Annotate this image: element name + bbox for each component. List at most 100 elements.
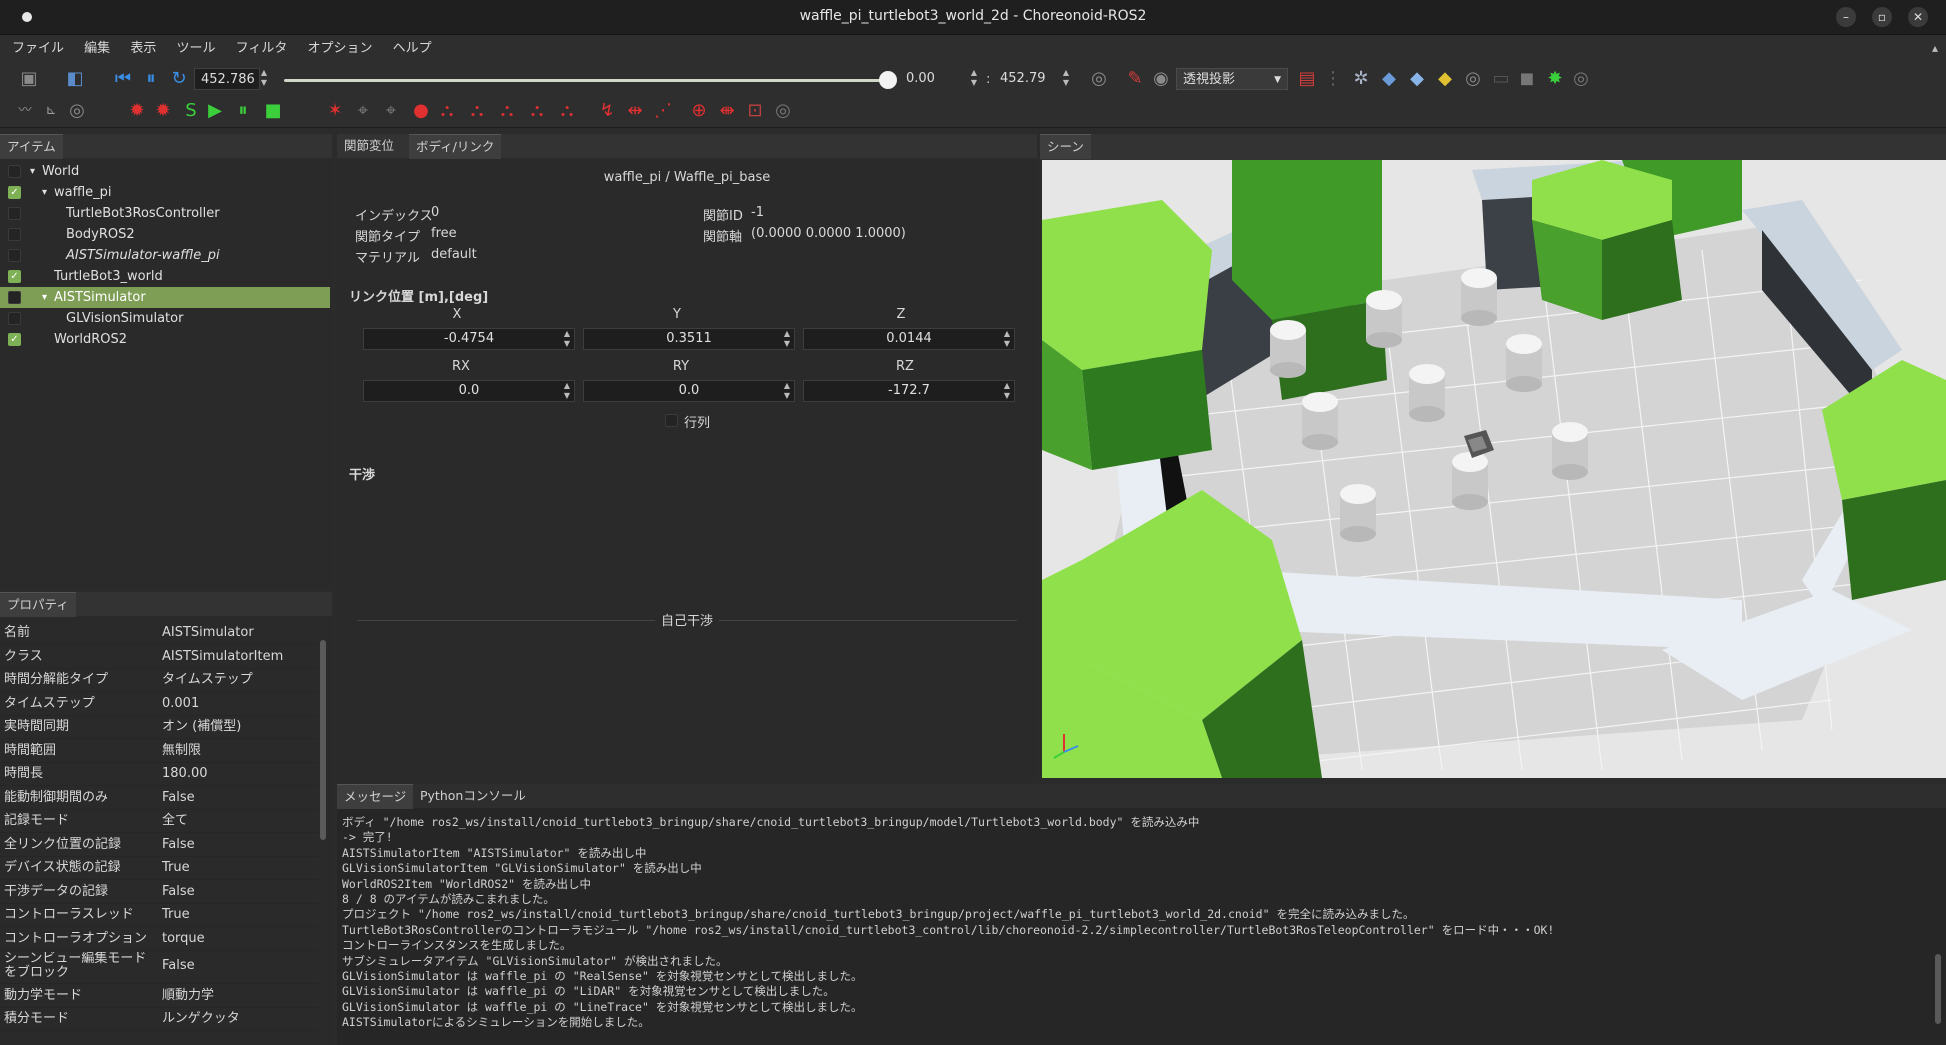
- range-end-field[interactable]: 452.79: [994, 68, 1064, 90]
- property-row[interactable]: 全リンク位置の記録 False: [0, 833, 318, 857]
- body-mirror-icon[interactable]: ⛬: [526, 100, 548, 122]
- property-row[interactable]: コントローラオプション torque: [0, 927, 318, 951]
- property-value[interactable]: AISTSimulator: [162, 621, 254, 644]
- grid-icon[interactable]: ⋮: [1322, 68, 1344, 90]
- item-checkbox[interactable]: ✓: [8, 270, 21, 283]
- property-row[interactable]: 積分モード ルンゲクッタ: [0, 1007, 318, 1031]
- menu-options[interactable]: オプション: [300, 35, 381, 63]
- camera-icon[interactable]: ◉: [1150, 68, 1172, 90]
- body-align-icon[interactable]: ⛬: [466, 100, 488, 122]
- property-value[interactable]: False: [162, 959, 195, 973]
- property-value[interactable]: False: [162, 880, 195, 903]
- graph-icon[interactable]: 〰: [14, 100, 36, 122]
- settings-icon[interactable]: ◎: [772, 100, 794, 122]
- properties-scrollbar[interactable]: [320, 640, 326, 840]
- record-icon[interactable]: ●: [410, 100, 432, 122]
- item-checkbox[interactable]: [8, 207, 21, 220]
- tab-python-console[interactable]: Pythonコンソール: [413, 784, 533, 808]
- tree-item[interactable]: ▾ AISTSimulator: [0, 287, 330, 308]
- time-field[interactable]: 452.786: [194, 68, 260, 90]
- tree-item[interactable]: GLVisionSimulator: [0, 308, 330, 329]
- cube-solid-icon[interactable]: ◆: [1406, 68, 1428, 90]
- zmp-icon[interactable]: ⋰: [652, 100, 674, 122]
- rz-field[interactable]: -172.7 ▲ ▼: [803, 380, 1015, 402]
- property-row[interactable]: コントローラスレッド True: [0, 903, 318, 927]
- save-as-icon[interactable]: ◧: [64, 68, 86, 90]
- property-value[interactable]: 0.001: [162, 692, 199, 715]
- minimize-button[interactable]: –: [1836, 7, 1856, 27]
- pin-icon[interactable]: ⌖: [352, 100, 374, 122]
- box-icon[interactable]: ◼: [1516, 68, 1538, 90]
- item-checkbox[interactable]: [8, 312, 21, 325]
- tree-item[interactable]: TurtleBot3RosController: [0, 203, 330, 224]
- target-icon[interactable]: ◎: [1570, 68, 1592, 90]
- property-row[interactable]: 動力学モード 順動力学: [0, 984, 318, 1008]
- tab-scene[interactable]: シーン: [1040, 134, 1091, 159]
- property-value[interactable]: タイムステップ: [162, 668, 253, 691]
- refresh-icon[interactable]: ↻: [168, 68, 190, 90]
- property-value[interactable]: 全て: [162, 809, 188, 832]
- maximize-button[interactable]: ▫: [1872, 7, 1892, 27]
- property-value[interactable]: False: [162, 786, 195, 809]
- pick-icon[interactable]: ✎: [1124, 68, 1146, 90]
- render-icon[interactable]: ▤: [1296, 68, 1318, 90]
- property-row[interactable]: 時間範囲 無制限: [0, 739, 318, 763]
- x-field[interactable]: -0.4754 ▲ ▼: [363, 328, 575, 350]
- menu-filter[interactable]: フィルタ: [228, 35, 296, 63]
- rx-stepper[interactable]: ▲ ▼: [564, 381, 570, 401]
- menu-file[interactable]: ファイル: [4, 35, 72, 63]
- property-row[interactable]: 干渉データの記録 False: [0, 880, 318, 904]
- fit-view-icon[interactable]: ◎: [1088, 68, 1110, 90]
- rz-stepper[interactable]: ▲ ▼: [1004, 381, 1010, 401]
- plot-icon[interactable]: ⊾: [40, 100, 62, 122]
- light-icon[interactable]: ✸: [1544, 68, 1566, 90]
- property-row[interactable]: クラス AISTSimulatorItem: [0, 645, 318, 669]
- property-row[interactable]: 時間長 180.00: [0, 762, 318, 786]
- tab-joint-displacement[interactable]: 関節変位: [337, 134, 401, 158]
- z-field[interactable]: 0.0144 ▲ ▼: [803, 328, 1015, 350]
- property-row[interactable]: 実時間同期 オン (補償型): [0, 715, 318, 739]
- sim-pause-icon[interactable]: ⏸: [232, 100, 254, 122]
- tree-item[interactable]: BodyROS2: [0, 224, 330, 245]
- menu-help[interactable]: ヘルプ: [385, 35, 440, 63]
- scene-viewport[interactable]: [1042, 160, 1946, 778]
- property-row[interactable]: 名前 AISTSimulator: [0, 621, 318, 645]
- sim-stop-icon[interactable]: ■: [262, 100, 284, 122]
- sim-restart-icon[interactable]: ✹: [152, 100, 174, 122]
- ik-icon[interactable]: ↯: [596, 100, 618, 122]
- play-from-start-icon[interactable]: ⏮: [112, 68, 134, 90]
- tree-item[interactable]: AISTSimulator-waffle_pi: [0, 245, 330, 266]
- pause-icon[interactable]: ⏸: [140, 68, 162, 90]
- ry-field[interactable]: 0.0 ▲ ▼: [583, 380, 795, 402]
- tab-items[interactable]: アイテム: [0, 134, 63, 159]
- range-start-stepper[interactable]: ▲ ▼: [968, 68, 980, 90]
- y-stepper[interactable]: ▲ ▼: [784, 329, 790, 349]
- expand-arrow-icon[interactable]: ▾: [42, 287, 47, 308]
- expand-arrow-icon[interactable]: ▾: [42, 182, 47, 203]
- cube-icon[interactable]: ◆: [1378, 68, 1400, 90]
- cube-yellow-icon[interactable]: ◆: [1434, 68, 1456, 90]
- property-row[interactable]: 時間分解能タイプ タイムステップ: [0, 668, 318, 692]
- matrix-checkbox[interactable]: [665, 414, 678, 427]
- expand-arrow-icon[interactable]: ▾: [30, 161, 35, 182]
- property-value[interactable]: True: [162, 856, 190, 879]
- range-end-stepper[interactable]: ▲ ▼: [1060, 68, 1072, 90]
- close-button[interactable]: ✕: [1908, 7, 1928, 27]
- item-checkbox[interactable]: ✓: [8, 333, 21, 346]
- wireframe-icon[interactable]: ✲: [1350, 68, 1372, 90]
- property-value[interactable]: ルンゲクッタ: [162, 1007, 240, 1030]
- sim-play-icon[interactable]: ▶: [204, 100, 226, 122]
- time-slider[interactable]: [284, 79, 889, 82]
- body-pose-icon[interactable]: ⛬: [436, 100, 458, 122]
- item-checkbox[interactable]: [8, 165, 21, 178]
- menu-edit[interactable]: 編集: [76, 35, 118, 63]
- item-checkbox[interactable]: [8, 291, 21, 304]
- tree-item[interactable]: ✓ TurtleBot3_world: [0, 266, 330, 287]
- property-row[interactable]: 能動制御期間のみ False: [0, 786, 318, 810]
- property-value[interactable]: True: [162, 903, 190, 926]
- sim-resume-icon[interactable]: S: [180, 100, 202, 122]
- joint-icon[interactable]: ⌖: [380, 100, 402, 122]
- origin-icon[interactable]: ✶: [324, 100, 346, 122]
- item-checkbox[interactable]: [8, 249, 21, 262]
- property-row[interactable]: デバイス状態の記録 True: [0, 856, 318, 880]
